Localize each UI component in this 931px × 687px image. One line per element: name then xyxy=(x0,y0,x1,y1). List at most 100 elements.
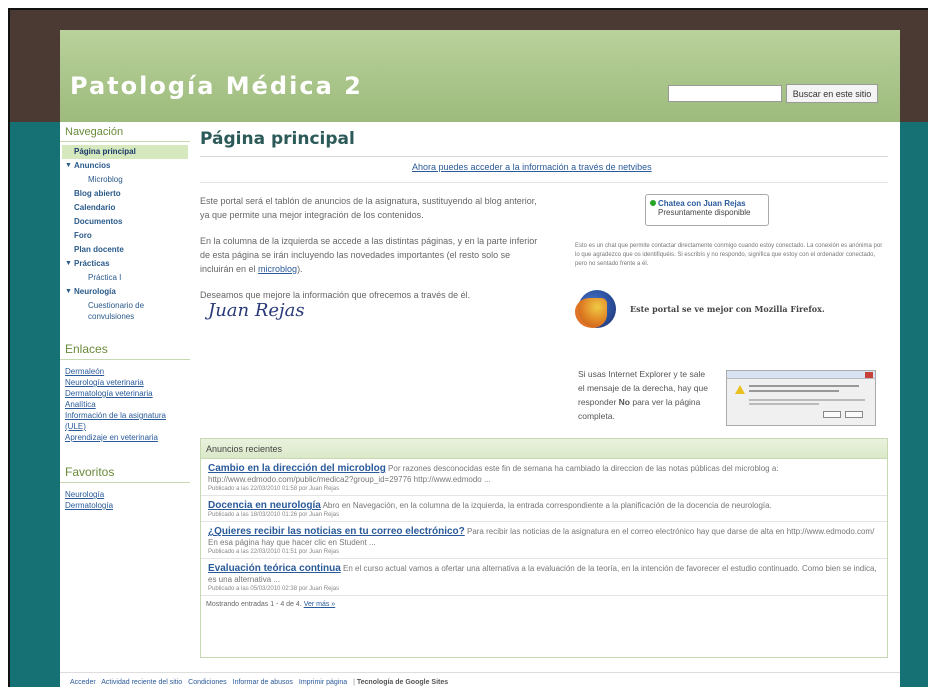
nav-item-plan-docente[interactable]: Plan docente xyxy=(60,243,190,257)
post-body: Cambio en la dirección del microblog Por… xyxy=(208,463,882,485)
firefox-logo-icon[interactable] xyxy=(575,290,616,328)
post-title[interactable]: Cambio en la dirección del microblog xyxy=(208,463,386,474)
link-dermatologia-veterinaria[interactable]: Dermatología veterinaria xyxy=(60,388,182,399)
link-dermaleon[interactable]: Dermaleón xyxy=(60,366,182,377)
announcements-footer: Mostrando entradas 1 - 4 de 4. Ver más » xyxy=(201,596,887,608)
chat-name-row: Chatea con Juan Rejas xyxy=(650,199,764,208)
dialog-button xyxy=(845,411,863,418)
netvibes-link[interactable]: Ahora puedes acceder a la información a … xyxy=(412,162,652,172)
nav-item-neurologia[interactable]: ▼ Neurología xyxy=(60,285,190,299)
post-body: Docencia en neurología Abro en Navegació… xyxy=(208,500,882,511)
close-icon xyxy=(865,372,873,378)
nav-item-foro[interactable]: Foro xyxy=(60,229,190,243)
announcements-box: Anuncios recientes Cambio en la direcció… xyxy=(200,438,888,658)
site-header: Patología Médica 2 Buscar en este sitio xyxy=(60,30,900,122)
sidebar: Navegación Página principal ▼ Anuncios Mi… xyxy=(60,122,190,662)
footer-link-condiciones[interactable]: Condiciones xyxy=(188,679,227,686)
list-item: ¿Quieres recibir las noticias en tu corr… xyxy=(201,522,887,559)
chat-name[interactable]: Chatea con Juan Rejas xyxy=(658,199,746,208)
signature-image: Juan Rejas xyxy=(208,300,305,321)
post-title[interactable]: Evaluación teórica continua xyxy=(208,563,341,574)
chat-status: Presuntamente disponible xyxy=(658,208,751,217)
post-meta: Publicado a las 18/03/2010 01:26 por Jua… xyxy=(208,512,340,518)
ie-instructions: Si usas Internet Explorer y te sale el m… xyxy=(578,367,708,423)
links-heading: Enlaces xyxy=(60,338,190,360)
footer-link-imprimir[interactable]: Imprimir página xyxy=(299,679,347,686)
post-meta: Publicado a las 22/03/2010 01:51 por Jua… xyxy=(208,549,340,555)
intro-paragraph-1: Este portal será el tablón de anuncios d… xyxy=(200,196,537,220)
favorites-heading: Favoritos xyxy=(60,461,190,483)
nav-item-anuncios[interactable]: ▼ Anuncios xyxy=(60,159,190,173)
link-neurologia-veterinaria[interactable]: Neurología veterinaria xyxy=(60,377,182,388)
search-input[interactable] xyxy=(668,85,782,102)
online-status-icon xyxy=(650,200,656,206)
microblog-link[interactable]: microblog xyxy=(258,264,297,274)
nav-item-label: Prácticas xyxy=(74,259,110,268)
nav-item-label: Neurología xyxy=(74,287,116,296)
link-informacion-asignatura[interactable]: Información de la asignatura (ULE) xyxy=(60,410,182,432)
site-footer: Acceder Actividad reciente del sitio Con… xyxy=(60,672,900,687)
favorites-list: Neurología Dermatología xyxy=(60,483,190,511)
intro-text: Este portal será el tablón de anuncios d… xyxy=(200,194,540,314)
post-title[interactable]: Docencia en neurología xyxy=(208,500,321,511)
powered-by[interactable]: Tecnología de Google Sites xyxy=(357,679,448,686)
intro-text-segment: En la columna de la izquierda se accede … xyxy=(200,236,538,274)
nav-item-blog[interactable]: Blog abierto xyxy=(60,187,190,201)
nav-item-label: Anuncios xyxy=(74,161,111,170)
favorite-dermatologia[interactable]: Dermatología xyxy=(60,500,190,511)
nav-item-documentos[interactable]: Documentos xyxy=(60,215,190,229)
firefox-banner: Este portal se ve mejor con Mozilla Fire… xyxy=(575,290,878,330)
post-meta: Publicado a las 22/03/2010 01:58 por Jua… xyxy=(208,486,340,492)
nav-item-practica-1[interactable]: Práctica I xyxy=(60,271,190,285)
footer-separator: | xyxy=(353,679,355,686)
ie-dialog-screenshot xyxy=(726,370,876,426)
post-title[interactable]: ¿Quieres recibir las noticias en tu corr… xyxy=(208,526,465,537)
list-item: Cambio en la dirección del microblog Por… xyxy=(201,459,887,496)
dialog-text-line xyxy=(749,403,819,405)
expand-arrow-icon[interactable]: ▼ xyxy=(65,258,72,269)
link-analitica[interactable]: Analítica xyxy=(60,399,182,410)
chat-description: Esto es un chat que permite contactar di… xyxy=(575,243,883,267)
expand-arrow-icon[interactable]: ▼ xyxy=(65,286,72,297)
main-content: Página principal Ahora puedes acceder a … xyxy=(200,122,888,662)
list-item: Evaluación teórica continua En el curso … xyxy=(201,559,887,596)
announcements-heading: Anuncios recientes xyxy=(201,439,887,459)
page-title: Página principal xyxy=(200,129,888,157)
nav-item-practicas[interactable]: ▼ Prácticas xyxy=(60,257,190,271)
footer-link-actividad[interactable]: Actividad reciente del sitio xyxy=(101,679,182,686)
dialog-text-line xyxy=(749,385,859,387)
dialog-text-line xyxy=(749,390,839,392)
dialog-titlebar xyxy=(727,371,875,379)
search-button[interactable]: Buscar en este sitio xyxy=(786,84,878,103)
post-meta: Publicado a las 05/03/2010 02:38 por Jua… xyxy=(208,586,340,592)
ie-text-bold: No xyxy=(618,397,630,407)
firefox-text: Este portal se ve mejor con Mozilla Fire… xyxy=(630,304,825,314)
navigation-list: Página principal ▼ Anuncios Microblog Blo… xyxy=(60,142,190,324)
browser-viewport: Patología Médica 2 Buscar en este sitio … xyxy=(8,8,928,687)
list-item: Docencia en neurología Abro en Navegació… xyxy=(201,496,887,522)
entries-count: Mostrando entradas 1 - 4 de 4. xyxy=(206,601,302,608)
intro-text-segment: ). xyxy=(297,264,303,274)
expand-arrow-icon[interactable]: ▼ xyxy=(65,160,72,171)
chat-widget[interactable]: Chatea con Juan Rejas Presuntamente disp… xyxy=(645,194,769,226)
intro-paragraph-2: En la columna de la izquierda se accede … xyxy=(200,234,540,276)
dialog-text-line xyxy=(749,399,865,401)
see-more-link[interactable]: Ver más » xyxy=(304,601,336,608)
divider xyxy=(200,182,888,183)
link-aprendizaje-veterinaria[interactable]: Aprendizaje en veterinaria xyxy=(60,432,182,443)
post-excerpt: Abro en Navegación, en la columna de la … xyxy=(322,501,772,510)
screenshot-frame: Patología Médica 2 Buscar en este sitio … xyxy=(0,0,931,687)
site-page: Patología Médica 2 Buscar en este sitio … xyxy=(60,30,900,687)
favorite-neurologia[interactable]: Neurología xyxy=(60,489,190,500)
site-title[interactable]: Patología Médica 2 xyxy=(70,72,363,100)
navigation-heading: Navegación xyxy=(60,122,190,142)
nav-item-cuestionario[interactable]: Cuestionario de convulsiones xyxy=(60,299,170,324)
footer-link-acceder[interactable]: Acceder xyxy=(70,679,96,686)
post-body: ¿Quieres recibir las noticias en tu corr… xyxy=(208,526,882,548)
footer-link-abusos[interactable]: Informar de abusos xyxy=(233,679,293,686)
nav-item-calendario[interactable]: Calendario xyxy=(60,201,190,215)
nav-item-home[interactable]: Página principal xyxy=(62,145,188,159)
nav-item-microblog[interactable]: Microblog xyxy=(60,173,190,187)
post-body: Evaluación teórica continua En el curso … xyxy=(208,563,882,585)
links-list: Dermaleón Neurología veterinaria Dermato… xyxy=(60,360,182,443)
